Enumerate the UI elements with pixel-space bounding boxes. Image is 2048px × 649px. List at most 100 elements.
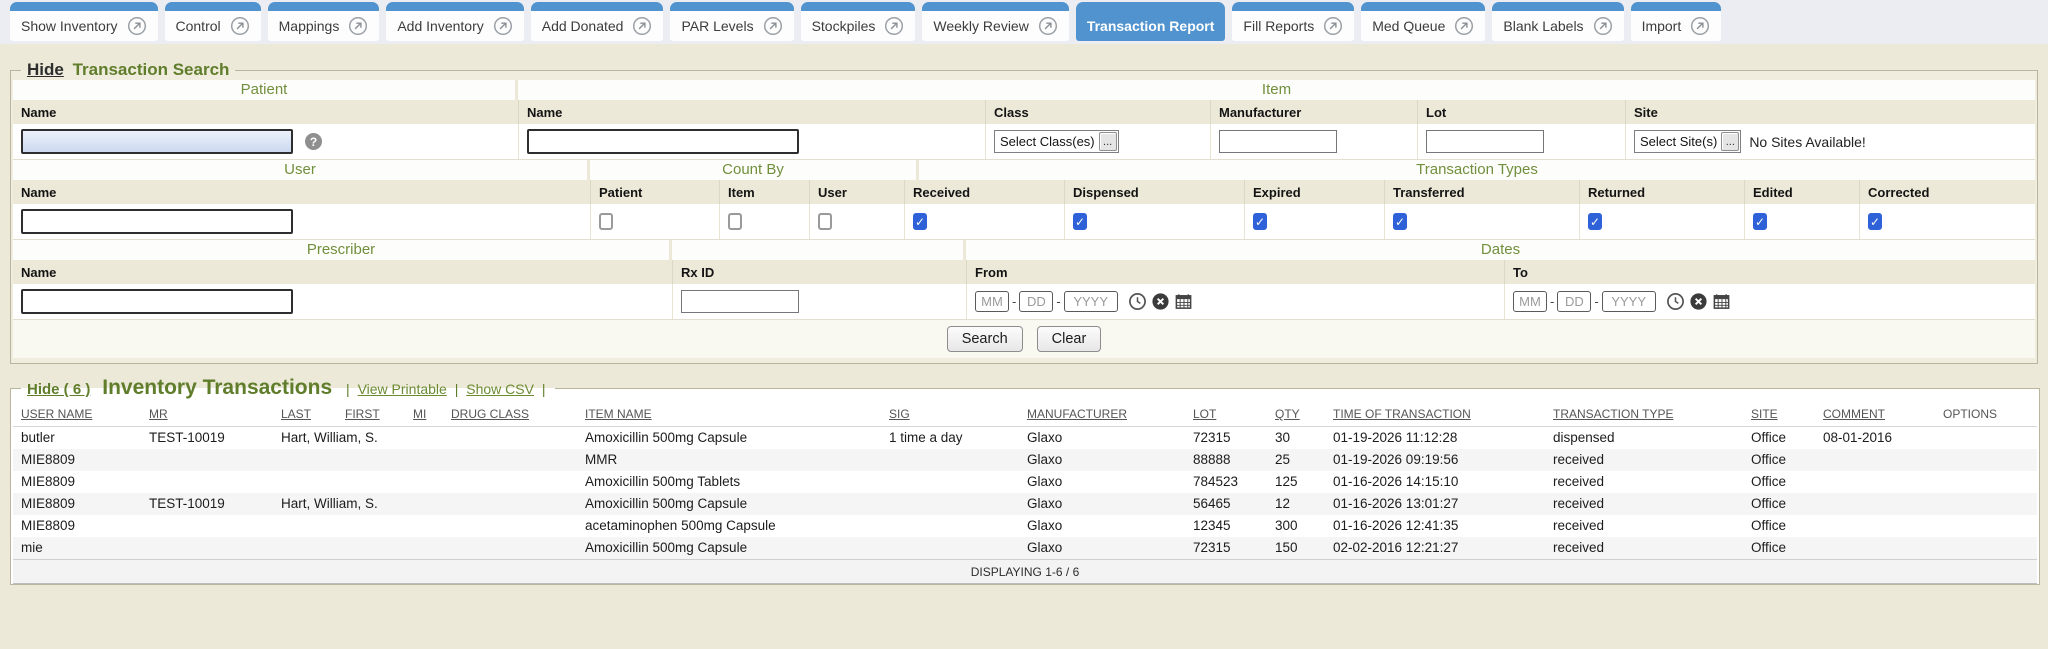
tab-accent-bar <box>268 2 380 11</box>
tab-med-queue[interactable]: Med Queue <box>1361 2 1485 41</box>
returned-checkbox[interactable]: ✓ <box>1588 213 1602 230</box>
manufacturer-input[interactable] <box>1219 130 1337 153</box>
lot-input[interactable] <box>1426 130 1544 153</box>
user-checkbox-cell: ✓ <box>809 204 904 239</box>
site-cell: Select Site(s) ... No Sites Available! <box>1625 124 2035 159</box>
cell: Glaxo <box>1019 471 1185 493</box>
cell <box>881 515 1019 537</box>
clear-date-icon[interactable] <box>1151 292 1170 311</box>
show-csv-link[interactable]: Show CSV <box>466 381 534 397</box>
from-date-cell: - - <box>966 284 1504 319</box>
tab-blank-labels[interactable]: Blank Labels <box>1492 2 1623 41</box>
tab-accent-bar <box>1076 2 1226 11</box>
tab-add-inventory[interactable]: Add Inventory <box>386 2 523 41</box>
popout-icon <box>763 16 783 36</box>
from-label: From <box>966 260 1504 284</box>
column-header-manufacturer[interactable]: MANUFACTURER <box>1027 407 1127 421</box>
blank-section-header <box>672 240 966 260</box>
tab-add-donated[interactable]: Add Donated <box>531 2 664 41</box>
cell: received <box>1545 537 1743 559</box>
column-header-comment[interactable]: COMMENT <box>1823 407 1885 421</box>
to-label: To <box>1504 260 2035 284</box>
corrected-checkbox[interactable]: ✓ <box>1868 213 1882 230</box>
tab-accent-bar <box>1492 2 1623 11</box>
dates-section-header: Dates <box>966 240 2035 260</box>
cell <box>1815 449 1935 471</box>
column-header-transaction-type[interactable]: TRANSACTION TYPE <box>1553 407 1673 421</box>
from-day-input[interactable] <box>1019 291 1053 312</box>
site-picker-label: Select Site(s) <box>1640 134 1717 149</box>
cell: Office <box>1743 537 1815 559</box>
search-button[interactable]: Search <box>947 326 1023 352</box>
from-year-input[interactable] <box>1064 291 1118 312</box>
column-header-item-name[interactable]: ITEM NAME <box>585 407 652 421</box>
dispensed-checkbox[interactable]: ✓ <box>1073 213 1087 230</box>
to-day-input[interactable] <box>1557 291 1591 312</box>
input-row-2: ✓ ✓ ✓ ✓ ✓ ✓ ✓ ✓ ✓ ✓ <box>13 204 2035 240</box>
rx-id-input[interactable] <box>681 290 799 313</box>
tab-accent-bar <box>1361 2 1485 11</box>
prescriber-name-input[interactable] <box>21 289 293 314</box>
cell <box>443 427 577 450</box>
site-picker[interactable]: Select Site(s) ... <box>1634 130 1741 153</box>
cell <box>881 493 1019 515</box>
tab-transaction-report[interactable]: Transaction Report <box>1076 2 1226 41</box>
calendar-icon[interactable] <box>1174 292 1193 311</box>
from-month-input[interactable] <box>975 291 1009 312</box>
tab-mappings[interactable]: Mappings <box>268 2 380 41</box>
tab-stockpiles[interactable]: Stockpiles <box>801 2 916 41</box>
class-picker-ellipsis-button[interactable]: ... <box>1099 132 1117 151</box>
tab-weekly-review[interactable]: Weekly Review <box>922 2 1068 41</box>
manufacturer-label: Manufacturer <box>1210 100 1417 124</box>
class-picker[interactable]: Select Class(es) ... <box>994 130 1119 153</box>
tab-show-inventory[interactable]: Show Inventory <box>10 2 158 41</box>
column-header-drug-class[interactable]: DRUG CLASS <box>451 407 529 421</box>
hide-results-link[interactable]: Hide ( 6 ) <box>27 381 90 398</box>
calendar-icon[interactable] <box>1712 292 1731 311</box>
cell: Amoxicillin 500mg Capsule <box>577 537 881 559</box>
expired-checkbox[interactable]: ✓ <box>1253 213 1267 230</box>
cell: MIE8809 <box>13 493 141 515</box>
dispensed-checkbox-cell: ✓ <box>1064 204 1244 239</box>
column-header-user-name[interactable]: USER NAME <box>21 407 92 421</box>
clear-button[interactable]: Clear <box>1037 326 1102 352</box>
column-header-last[interactable]: LAST <box>281 407 311 421</box>
question-icon[interactable]: ? <box>305 133 322 150</box>
transferred-checkbox[interactable]: ✓ <box>1393 213 1407 230</box>
patient-name-input[interactable] <box>21 129 293 154</box>
user-name-input[interactable] <box>21 209 293 234</box>
edited-checkbox[interactable]: ✓ <box>1753 213 1767 230</box>
column-header-sig[interactable]: SIG <box>889 407 910 421</box>
column-header-time-of-transaction[interactable]: TIME OF TRANSACTION <box>1333 407 1471 421</box>
received-checkbox[interactable]: ✓ <box>913 213 927 230</box>
tab-par-levels[interactable]: PAR Levels <box>670 2 793 41</box>
item-name-cell <box>518 124 985 159</box>
hide-search-link[interactable]: Hide <box>27 60 64 79</box>
cell <box>443 537 577 559</box>
item-checkbox[interactable]: ✓ <box>728 213 742 230</box>
cell: received <box>1545 493 1743 515</box>
view-printable-link[interactable]: View Printable <box>358 381 447 397</box>
column-header-mr[interactable]: MR <box>149 407 168 421</box>
column-header-lot[interactable]: LOT <box>1193 407 1216 421</box>
cell: MIE8809 <box>13 471 141 493</box>
item-name-input[interactable] <box>527 129 799 154</box>
cell <box>881 537 1019 559</box>
tab-control[interactable]: Control <box>165 2 261 41</box>
user-checkbox[interactable]: ✓ <box>818 213 832 230</box>
column-header-mi[interactable]: MI <box>413 407 426 421</box>
column-header-qty[interactable]: QTY <box>1275 407 1300 421</box>
clock-icon[interactable] <box>1666 292 1685 311</box>
tab-fill-reports[interactable]: Fill Reports <box>1232 2 1354 41</box>
column-header-first[interactable]: FIRST <box>345 407 380 421</box>
to-month-input[interactable] <box>1513 291 1547 312</box>
site-picker-ellipsis-button[interactable]: ... <box>1721 132 1739 151</box>
patient-checkbox[interactable]: ✓ <box>599 213 613 230</box>
cell <box>337 515 405 537</box>
column-header-site[interactable]: SITE <box>1751 407 1778 421</box>
cell: MIE8809 <box>13 449 141 471</box>
tab-import[interactable]: Import <box>1631 2 1722 41</box>
clock-icon[interactable] <box>1128 292 1147 311</box>
to-year-input[interactable] <box>1602 291 1656 312</box>
clear-date-icon[interactable] <box>1689 292 1708 311</box>
